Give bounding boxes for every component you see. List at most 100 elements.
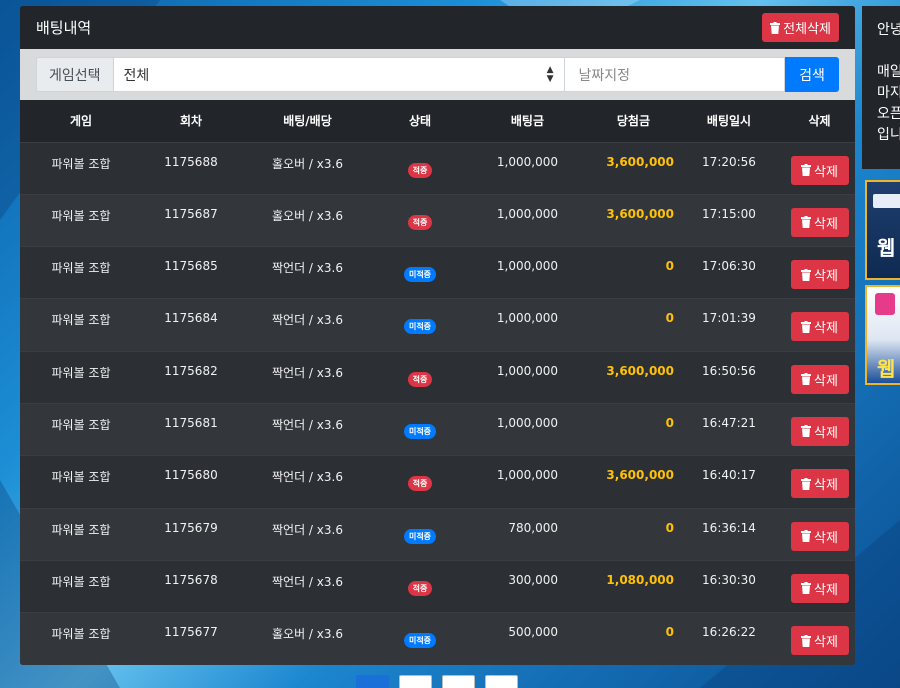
trash-icon [801,320,812,333]
delete-label: 삭제 [814,478,838,494]
delete-label: 삭제 [814,216,838,232]
delete-button[interactable]: 삭제 [790,521,849,551]
cell-bet-amount: 1,000,000 [496,363,558,378]
cell-delete: 삭제 [784,403,855,455]
cell-bet-odds: 홀오버 / x3.6 [272,208,343,223]
cell-round: 1175678 [164,572,218,587]
status-badge: 미적중 [403,267,437,283]
cell-win-amount: 1,080,000 [606,572,674,587]
side-banner-1[interactable]: 웹 [865,180,900,280]
header-bet-odds: 배팅/배당 [283,114,332,129]
cell-delete: 삭제 [784,247,855,299]
banner-logo [873,194,900,208]
cell-win-amount: 3,600,000 [606,154,674,169]
betting-table: 게임 회차 배팅/배당 상태 배팅금 당첨금 배팅일시 삭제 파워볼 조합 117… [20,100,855,665]
cell-win-amount: 3,600,000 [606,206,674,221]
cell-status: 적중 [375,351,465,403]
delete-button[interactable]: 삭제 [790,573,849,603]
cell-status: 미적중 [375,508,465,560]
delete-label: 삭제 [814,164,838,180]
panel-header: 배팅내역 전체삭제 [20,6,855,49]
side-banner-2[interactable]: 웹 [865,285,900,385]
banner-1-text: 웹 [877,236,896,260]
delete-button[interactable]: 삭제 [790,364,849,394]
table-row: 파워볼 조합 1175687 홀오버 / x3.6 적중 1,000,000 3,600,… [20,194,855,247]
side-notice-line: 오픈 [877,106,900,122]
cell-round: 1175688 [164,154,218,169]
cell-win-amount: 0 [665,415,674,430]
cell-bet-odds: 짝언더 / x3.6 [272,417,343,432]
delete-label: 삭제 [814,373,838,389]
search-button[interactable]: 검색 [785,57,839,92]
cell-bet-odds: 짝언더 / x3.6 [272,522,343,537]
cell-round: 1175680 [164,468,218,483]
cell-bet-odds: 짝언더 / x3.6 [272,365,343,380]
cell-bet-odds: 짝언더 / x3.6 [272,261,343,276]
cell-game: 파워볼 조합 [51,417,111,432]
delete-button[interactable]: 삭제 [790,260,849,290]
page-button[interactable] [356,675,389,688]
page-button[interactable] [442,675,475,688]
header-round: 회차 [179,114,203,129]
header-game: 게임 [69,114,93,129]
delete-label: 삭제 [814,635,838,651]
betting-history-panel: 배팅내역 전체삭제 게임선택 전체 ▲ ▼ 날짜지정 검색 게임 회차 배팅/배당… [20,6,855,665]
delete-button[interactable]: 삭제 [790,312,849,342]
banner-2-text: 웹 [877,357,896,381]
date-input[interactable]: 날짜지정 [564,57,785,92]
cell-bet-time: 16:47:21 [702,415,756,430]
delete-label: 삭제 [814,530,838,546]
cell-bet-time: 16:30:30 [702,572,756,587]
page-button[interactable] [485,675,518,688]
delete-all-button[interactable]: 전체삭제 [762,13,839,42]
cell-bet-odds: 짝언더 / x3.6 [272,470,343,485]
trash-icon [770,21,781,34]
header-bet-time: 배팅일시 [706,114,752,129]
delete-button[interactable]: 삭제 [790,207,849,237]
trash-icon [801,530,812,543]
banner-logo [875,293,895,315]
header-bet-amount: 배팅금 [510,114,544,129]
table-row: 파워볼 조합 1175679 짝언더 / x3.6 미적중 780,000 0 16:36:… [20,508,855,561]
delete-button[interactable]: 삭제 [790,416,849,446]
cell-round: 1175677 [164,625,218,640]
table-row: 파워볼 조합 1175680 짝언더 / x3.6 적중 1,000,000 3,600,… [20,455,855,509]
table-row: 파워볼 조합 1175684 짝언더 / x3.6 미적중 1,000,000 0 17:0… [20,298,855,352]
trash-icon [801,582,812,595]
cell-delete: 삭제 [784,194,855,246]
cell-round: 1175681 [164,415,218,430]
cell-game: 파워볼 조합 [51,627,111,642]
cell-status: 적중 [375,456,465,508]
header-delete: 삭제 [808,114,831,129]
trash-icon [801,164,812,176]
status-badge: 적중 [407,580,433,596]
table-row: 파워볼 조합 1175688 홀오버 / x3.6 적중 1,000,000 3,600,… [20,142,855,195]
cell-bet-odds: 홀오버 / x3.6 [272,156,343,171]
delete-button[interactable]: 삭제 [790,469,849,499]
delete-button[interactable]: 삭제 [790,155,849,185]
cell-round: 1175685 [164,259,218,274]
cell-bet-amount: 1,000,000 [496,154,558,169]
table-row: 파워볼 조합 1175685 짝언더 / x3.6 미적중 1,000,000 0 17:0… [20,246,855,299]
cell-delete: 삭제 [784,299,855,351]
cell-status: 미적중 [375,299,465,351]
status-badge: 미적중 [403,319,437,335]
status-badge: 미적중 [403,423,437,439]
page-button[interactable] [399,675,432,688]
panel-title: 배팅내역 [36,19,92,37]
delete-button[interactable]: 삭제 [790,626,849,656]
cell-status: 적중 [375,194,465,246]
cell-delete: 삭제 [784,508,855,560]
trash-icon [801,634,812,647]
cell-win-amount: 0 [665,625,674,640]
cell-bet-amount: 1,000,000 [496,415,558,430]
cell-round: 1175684 [164,311,218,326]
status-badge: 적중 [407,476,433,492]
cell-game: 파워볼 조합 [51,313,111,328]
game-select[interactable]: 전체 ▲ ▼ [112,57,565,92]
pagination [356,675,518,688]
cell-bet-odds: 짝언더 / x3.6 [272,313,343,328]
cell-game: 파워볼 조합 [51,208,111,223]
cell-bet-amount: 1,000,000 [496,206,558,221]
cell-bet-amount: 1,000,000 [496,259,558,274]
